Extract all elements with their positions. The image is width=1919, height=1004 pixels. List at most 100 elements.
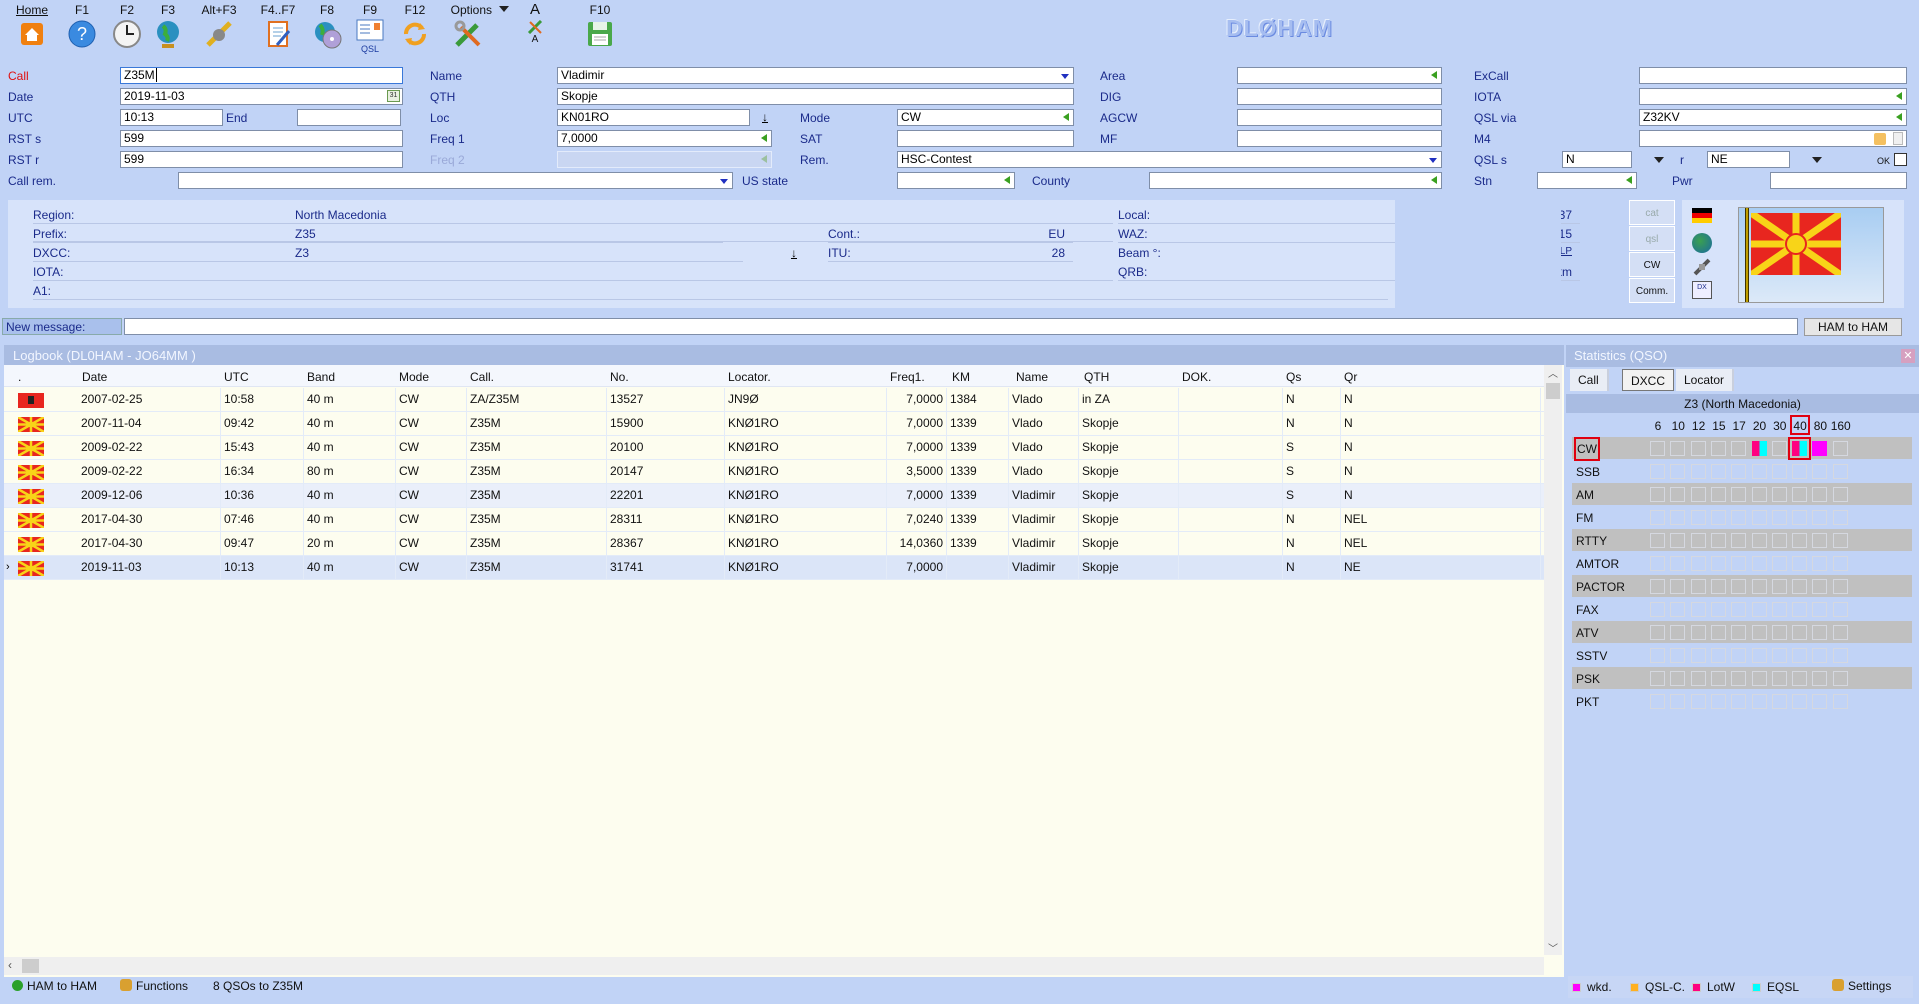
- stat-cell-cw-160[interactable]: [1832, 441, 1848, 456]
- stat-cell-amtor-160[interactable]: [1832, 556, 1848, 571]
- rstr-input[interactable]: 599: [120, 151, 403, 168]
- stat-cell-fax-10[interactable]: [1670, 602, 1686, 617]
- toolbar-help[interactable]: F1 ?: [62, 0, 102, 52]
- stn-input[interactable]: [1537, 172, 1637, 189]
- stat-cell-am-30[interactable]: [1771, 487, 1787, 502]
- county-arrow-icon[interactable]: [1431, 176, 1437, 184]
- comm-button[interactable]: Comm.: [1629, 278, 1675, 303]
- toolbar-font-size[interactable]: A A: [520, 0, 550, 52]
- scroll-down-icon[interactable]: ﹀: [1544, 940, 1562, 955]
- stat-cell-atv-12[interactable]: [1690, 625, 1706, 640]
- stat-cell-ssb-15[interactable]: [1710, 464, 1726, 479]
- stat-cell-sstv-12[interactable]: [1690, 648, 1706, 663]
- table-row[interactable]: 2017-04-30 07:46 40 m CW Z35M 28311 KNØ1RO 7,02…: [4, 508, 1544, 532]
- stat-cell-pactor-80[interactable]: [1812, 579, 1828, 594]
- stat-cell-pkt-80[interactable]: [1812, 694, 1828, 709]
- stat-cell-cw-15[interactable]: [1710, 441, 1726, 456]
- county-input[interactable]: [1149, 172, 1442, 189]
- date-input[interactable]: 2019-11-03 31: [120, 88, 403, 105]
- qslvia-arrow-icon[interactable]: [1896, 113, 1902, 121]
- stat-cell-fax-12[interactable]: [1690, 602, 1706, 617]
- stat-cell-ssb-160[interactable]: [1832, 464, 1848, 479]
- ok-checkbox[interactable]: [1894, 153, 1907, 166]
- stat-cell-fm-30[interactable]: [1771, 510, 1787, 525]
- col-utc[interactable]: UTC: [224, 370, 249, 384]
- dxcc-download-icon[interactable]: ↓: [791, 246, 797, 260]
- qsls-dropdown-icon[interactable]: [1654, 157, 1664, 163]
- tab-locator[interactable]: Locator: [1676, 369, 1735, 391]
- stat-cell-pactor-12[interactable]: [1690, 579, 1706, 594]
- stat-cell-am-20[interactable]: [1751, 487, 1767, 502]
- qslvia-input[interactable]: Z32KV: [1639, 109, 1907, 126]
- stat-cell-fm-6[interactable]: [1650, 510, 1665, 525]
- globe-small-icon[interactable]: [1692, 233, 1712, 253]
- table-row[interactable]: 2007-02-25 10:58 40 m CW ZA/Z35M 13527 JN9Ø 7,0…: [4, 388, 1544, 412]
- stat-cell-sstv-30[interactable]: [1771, 648, 1787, 663]
- stat-cell-pactor-40[interactable]: [1792, 579, 1808, 594]
- table-row[interactable]: 2009-02-22 16:34 80 m CW Z35M 20147 KNØ1RO 3,50…: [4, 460, 1544, 484]
- stat-cell-rtty-40[interactable]: [1792, 533, 1808, 548]
- stat-cell-amtor-6[interactable]: [1650, 556, 1665, 571]
- stat-cell-am-10[interactable]: [1670, 487, 1686, 502]
- iota-input[interactable]: [1639, 88, 1907, 105]
- table-row[interactable]: 2009-12-06 10:36 40 m CW Z35M 22201 KNØ1RO 7,00…: [4, 484, 1544, 508]
- stat-cell-fm-10[interactable]: [1670, 510, 1686, 525]
- stat-cell-fax-15[interactable]: [1710, 602, 1726, 617]
- rem-dropdown-icon[interactable]: [1429, 158, 1437, 163]
- utc-input[interactable]: 10:13: [120, 109, 223, 126]
- col-locator[interactable]: Locator.: [728, 370, 771, 384]
- stat-cell-pkt-30[interactable]: [1771, 694, 1787, 709]
- stat-cell-amtor-20[interactable]: [1751, 556, 1767, 571]
- stat-cell-amtor-40[interactable]: [1792, 556, 1808, 571]
- toolbar-refresh[interactable]: F12: [395, 0, 435, 52]
- stat-cell-rtty-6[interactable]: [1650, 533, 1665, 548]
- stat-cell-ssb-30[interactable]: [1771, 464, 1787, 479]
- col-qr[interactable]: Qr: [1344, 370, 1357, 384]
- status-functions[interactable]: Functions: [120, 979, 188, 1004]
- stat-cell-ssb-20[interactable]: [1751, 464, 1767, 479]
- stat-cell-sstv-6[interactable]: [1650, 648, 1665, 663]
- name-input[interactable]: Vladimir: [557, 67, 1074, 84]
- rsts-input[interactable]: 599: [120, 130, 403, 147]
- stat-cell-cw-40[interactable]: [1788, 437, 1812, 460]
- stat-cell-sstv-17[interactable]: [1731, 648, 1747, 663]
- col-call[interactable]: Call.: [470, 370, 494, 384]
- stat-cell-sstv-15[interactable]: [1710, 648, 1726, 663]
- loc-input[interactable]: KN01RO: [557, 109, 750, 126]
- iota-arrow-icon[interactable]: [1896, 92, 1902, 100]
- toolbar-globe-cd[interactable]: F8: [307, 0, 347, 52]
- stat-cell-am-6[interactable]: [1650, 487, 1665, 502]
- stat-cell-fax-30[interactable]: [1771, 602, 1787, 617]
- stat-cell-am-160[interactable]: [1832, 487, 1848, 502]
- area-input[interactable]: [1237, 67, 1442, 84]
- german-flag-icon[interactable]: [1692, 204, 1712, 224]
- col-dok[interactable]: DOK.: [1182, 370, 1211, 384]
- stat-cell-pactor-20[interactable]: [1751, 579, 1767, 594]
- stat-cell-fm-17[interactable]: [1731, 510, 1747, 525]
- new-message-input[interactable]: [124, 318, 1798, 335]
- stat-cell-fax-17[interactable]: [1731, 602, 1747, 617]
- stat-cell-psk-80[interactable]: [1812, 671, 1828, 686]
- stat-cell-psk-30[interactable]: [1771, 671, 1787, 686]
- close-icon[interactable]: ✕: [1901, 349, 1915, 363]
- stat-cell-ssb-40[interactable]: [1792, 464, 1808, 479]
- stat-cell-ssb-6[interactable]: [1650, 464, 1665, 479]
- scroll-left-icon[interactable]: ‹: [8, 958, 12, 972]
- toolbar-qsl[interactable]: F9 QSL: [350, 0, 390, 54]
- stat-cell-ssb-12[interactable]: [1690, 464, 1706, 479]
- stat-cell-pactor-17[interactable]: [1731, 579, 1747, 594]
- document-icon[interactable]: [1893, 132, 1903, 145]
- stat-cell-amtor-10[interactable]: [1670, 556, 1686, 571]
- cat-button[interactable]: cat: [1629, 200, 1675, 225]
- stat-cell-sstv-160[interactable]: [1832, 648, 1848, 663]
- qslr-input[interactable]: NE: [1707, 151, 1790, 168]
- satellite-small-icon[interactable]: [1692, 257, 1712, 277]
- call-input[interactable]: Z35M: [120, 67, 403, 84]
- table-row[interactable]: 2007-11-04 09:42 40 m CW Z35M 15900 KNØ1RO 7,00…: [4, 412, 1544, 436]
- stat-cell-atv-10[interactable]: [1670, 625, 1686, 640]
- stat-cell-pkt-15[interactable]: [1710, 694, 1726, 709]
- name-dropdown-icon[interactable]: [1061, 74, 1069, 79]
- stat-cell-atv-20[interactable]: [1751, 625, 1767, 640]
- stat-cell-fax-80[interactable]: [1812, 602, 1828, 617]
- end-input[interactable]: [297, 109, 401, 126]
